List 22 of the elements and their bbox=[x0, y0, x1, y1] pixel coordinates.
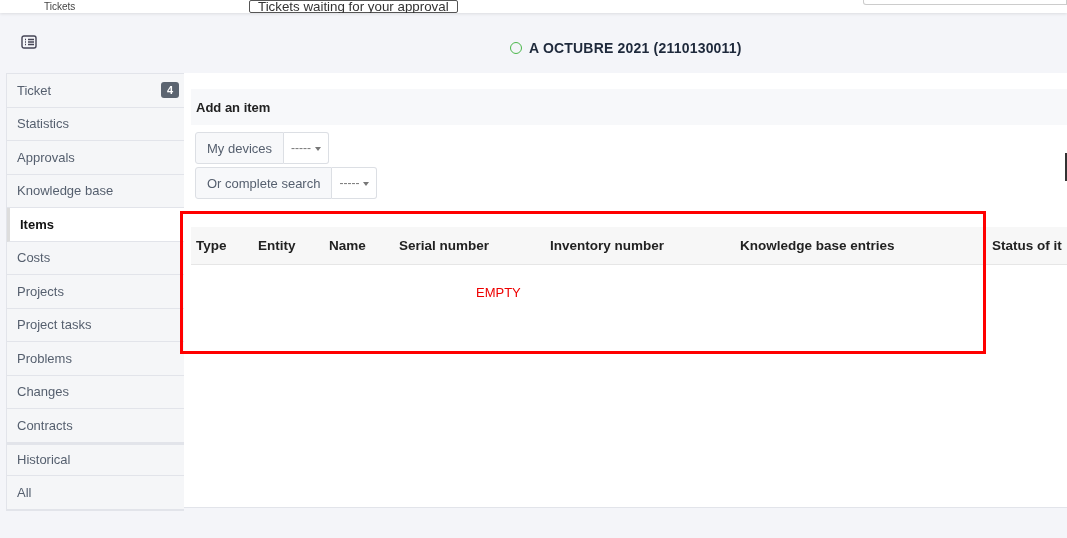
annotation-text: EMPTY bbox=[476, 285, 521, 300]
column-header: Serial number bbox=[398, 238, 491, 253]
approval-button[interactable]: Tickets waiting for your approval bbox=[249, 0, 458, 13]
section-header: Add an item bbox=[191, 89, 1067, 125]
column-header: Status of it bbox=[991, 238, 1063, 253]
field-label: Or complete search bbox=[195, 167, 333, 199]
count-badge: 4 bbox=[160, 82, 179, 99]
column-header: Name bbox=[328, 238, 367, 253]
field-label: My devices bbox=[195, 132, 285, 164]
column-header: Type bbox=[195, 238, 228, 253]
breadcrumb-link[interactable]: Tickets bbox=[44, 1, 249, 12]
column-header: Entity bbox=[257, 238, 297, 253]
list-icon[interactable] bbox=[21, 34, 37, 49]
dropdown[interactable]: ----- bbox=[284, 132, 329, 164]
ticket-title: A OCTUBRE 2021 (2110130011) bbox=[529, 40, 742, 56]
toolbar-edge bbox=[1065, 153, 1067, 181]
sidebar-tab[interactable]: Items bbox=[7, 208, 184, 242]
column-header: Inventory number bbox=[549, 238, 666, 253]
sidebar-tab[interactable]: Ticket 4 bbox=[7, 74, 184, 108]
dropdown[interactable]: ----- bbox=[332, 167, 378, 199]
column-header: Knowledge base entries bbox=[739, 238, 896, 253]
search-field[interactable] bbox=[863, 0, 1067, 5]
